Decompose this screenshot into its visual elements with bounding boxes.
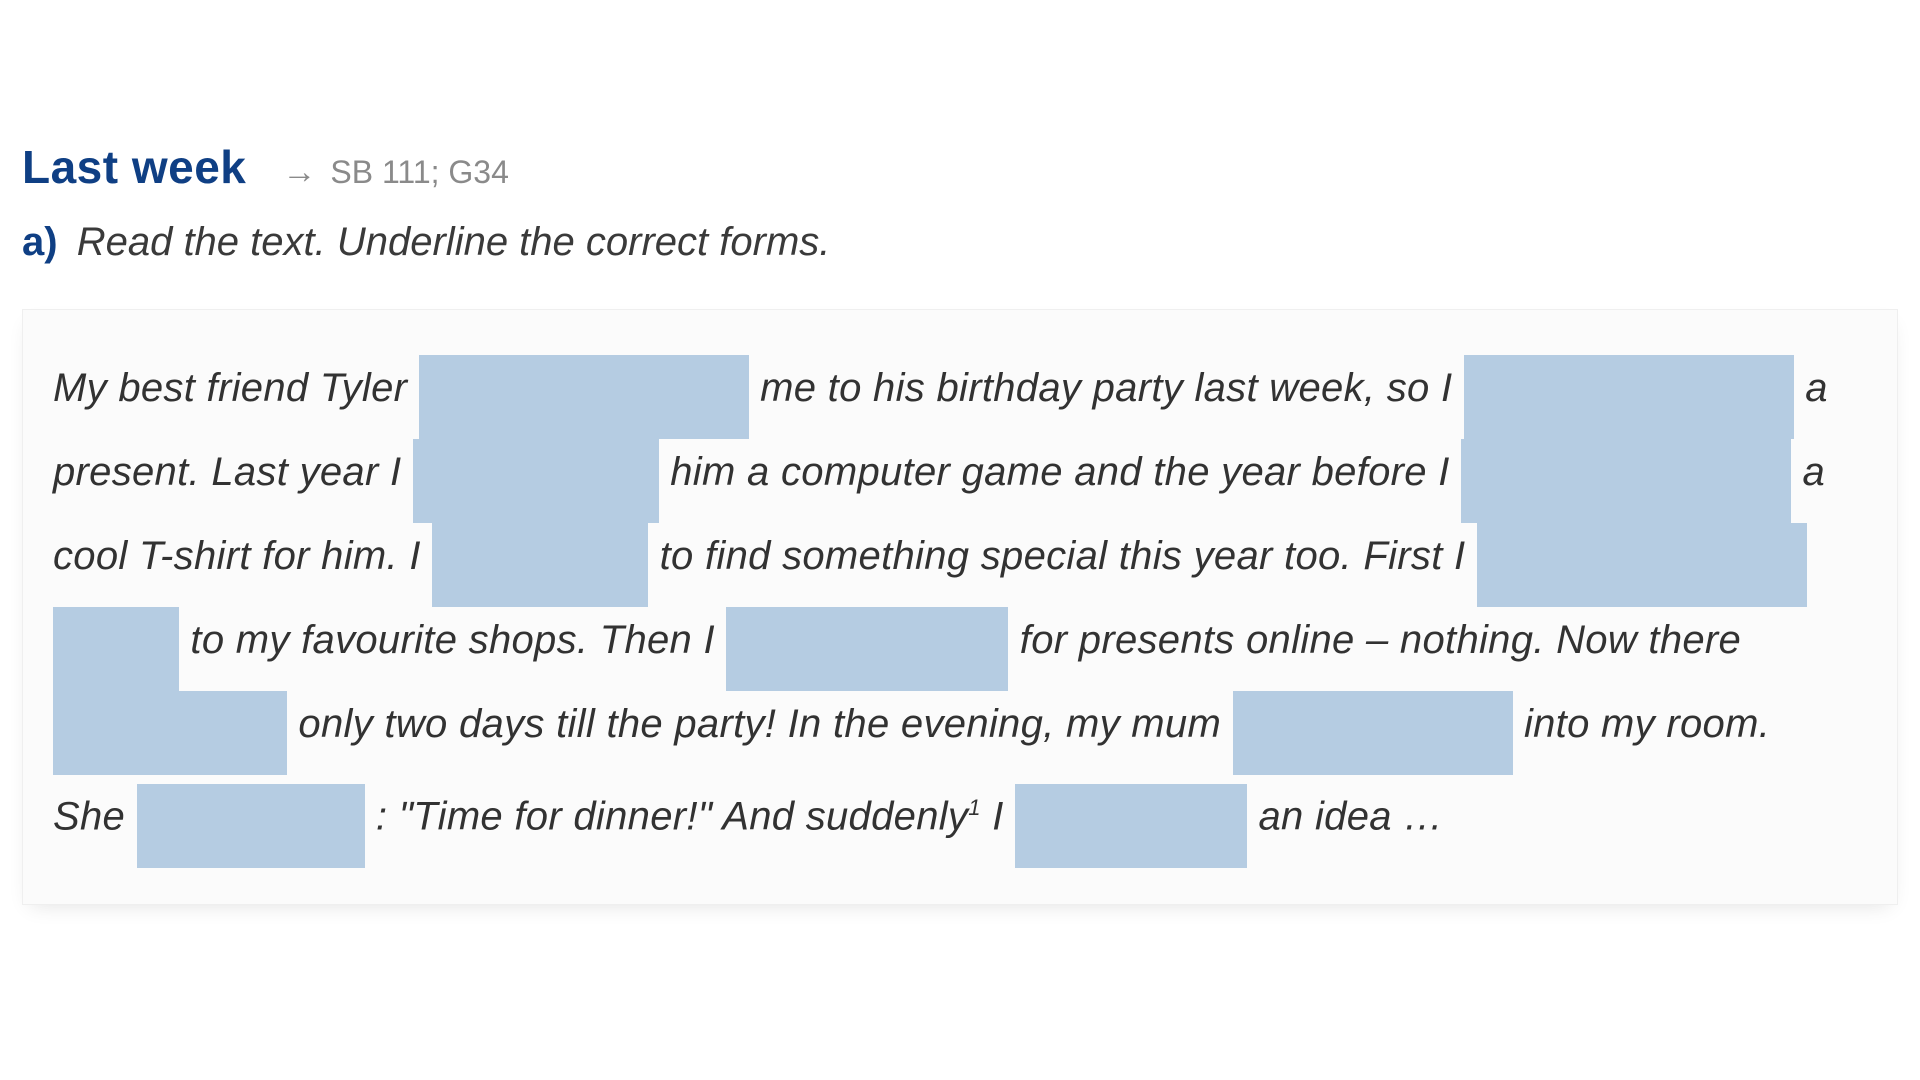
exercise-title: Last week xyxy=(22,140,246,194)
exercise-page: Last week → SB 111; G34 a) Read the text… xyxy=(0,0,1920,905)
blank-9[interactable] xyxy=(1233,691,1513,775)
text-seg-9: only two days till the party! In the eve… xyxy=(298,702,1221,746)
arrow-right-icon: → xyxy=(282,153,316,192)
blank-4[interactable] xyxy=(1461,439,1791,523)
reference-line: → SB 111; G34 xyxy=(282,153,508,192)
blank-6a[interactable] xyxy=(1477,523,1807,607)
text-seg-2: me to his birthday party last week, so I xyxy=(760,366,1452,410)
exercise-text-box: My best friend Tyler me to his birthday … xyxy=(22,309,1898,905)
text-seg-12: : "Time for dinner!" And suddenly xyxy=(376,794,968,838)
text-seg-1: My best friend Tyler xyxy=(53,366,407,410)
text-seg-13: an idea … xyxy=(1258,794,1443,838)
task-line: a) Read the text. Underline the correct … xyxy=(22,220,1898,265)
text-seg-11: She xyxy=(53,794,125,838)
task-label: a) xyxy=(22,220,58,264)
blank-2[interactable] xyxy=(1464,355,1794,439)
footnote-1: 1 xyxy=(968,795,981,820)
title-line: Last week → SB 111; G34 xyxy=(22,140,1898,194)
blank-5[interactable] xyxy=(432,523,648,607)
blank-7[interactable] xyxy=(726,607,1008,691)
blank-1[interactable] xyxy=(419,355,749,439)
blank-11[interactable] xyxy=(1015,784,1247,868)
text-seg-6: to find something special this year too.… xyxy=(660,534,1466,578)
text-seg-10: into my room. xyxy=(1524,702,1770,746)
reference-text: SB 111; G34 xyxy=(330,154,508,191)
text-seg-7: to my favourite shops. Then I xyxy=(190,618,715,662)
blank-3[interactable] xyxy=(413,439,659,523)
blank-8[interactable] xyxy=(53,691,287,775)
text-seg-8: for presents online – nothing. Now there xyxy=(1020,618,1741,662)
blank-6b[interactable] xyxy=(53,607,179,691)
text-seg-12b: I xyxy=(981,794,1004,838)
task-instruction: Read the text. Underline the correct for… xyxy=(77,220,831,264)
text-seg-4: him a computer game and the year before … xyxy=(670,450,1449,494)
blank-10[interactable] xyxy=(137,784,365,868)
